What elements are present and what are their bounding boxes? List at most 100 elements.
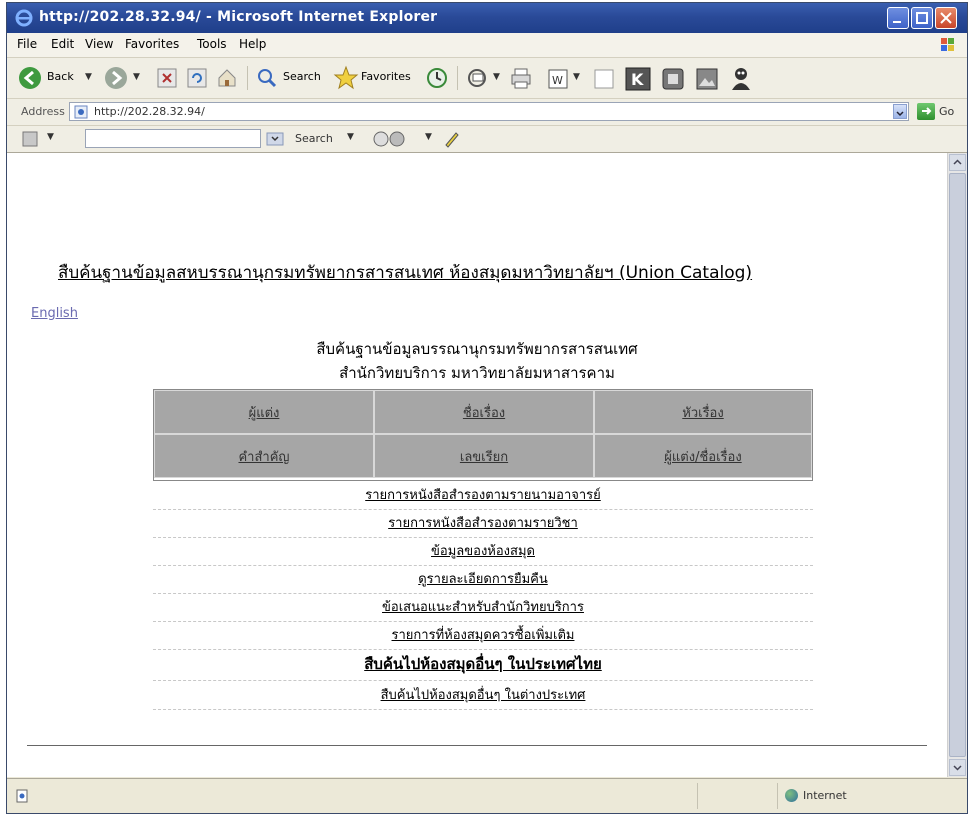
go-button[interactable]	[917, 103, 935, 120]
status-bar: Internet	[7, 778, 967, 813]
back-dropdown-icon[interactable]: ▼	[85, 72, 92, 82]
reserve-by-course-link[interactable]: รายการหนังสือสำรองตามรายวิชา	[388, 516, 578, 531]
page-subtitle-institution: สำนักวิทยบริการ มหาวิทยาลัยมหาสารคาม	[339, 364, 615, 382]
home-icon[interactable]	[215, 64, 239, 92]
k-app-icon[interactable]: K	[623, 64, 653, 92]
back-button-label[interactable]: Back	[47, 70, 74, 83]
search-keyword-link[interactable]: คำสำคัญ	[238, 446, 289, 467]
vertical-scrollbar[interactable]	[947, 153, 967, 777]
menu-tools[interactable]: Tools	[197, 37, 227, 51]
logo-dropdown-icon[interactable]: ▼	[47, 132, 54, 142]
menu-edit[interactable]: Edit	[51, 37, 74, 51]
menu-favorites[interactable]: Favorites	[125, 37, 179, 51]
purchase-request-link[interactable]: รายการที่ห้องสมุดควรซื้อเพิ่มเติม	[392, 628, 575, 643]
menu-help[interactable]: Help	[239, 37, 266, 51]
address-bar: Address http://202.28.32.94/ Go	[7, 99, 967, 126]
search-callnumber-cell[interactable]: เลขเรียก	[374, 434, 594, 478]
scroll-down-button[interactable]	[949, 759, 966, 776]
history-icon[interactable]	[425, 64, 449, 92]
windows-flag-icon	[941, 38, 954, 51]
image-app-icon[interactable]	[693, 64, 721, 92]
scroll-up-button[interactable]	[949, 154, 966, 171]
window-title: http://202.28.32.94/ - Microsoft Interne…	[39, 9, 438, 25]
menu-file[interactable]: File	[17, 37, 37, 51]
library-info-link[interactable]: ข้อมูลของห้องสมุด	[431, 544, 535, 559]
smiley-dropdown-icon[interactable]: ▼	[425, 132, 432, 142]
title-bar: http://202.28.32.94/ - Microsoft Interne…	[7, 3, 967, 33]
search-title-link[interactable]: ชื่อเรื่อง	[463, 402, 505, 423]
mail-dropdown-icon[interactable]: ▼	[493, 72, 500, 82]
chevron-up-icon	[953, 159, 962, 165]
address-url: http://202.28.32.94/	[94, 105, 205, 118]
scrollbar-thumb[interactable]	[949, 173, 966, 757]
discuss-icon[interactable]	[591, 64, 617, 92]
suggestions-link[interactable]: ข้อเสนอแนะสำหรับสำนักวิทยบริการ	[382, 600, 584, 615]
list-item: ข้อมูลของห้องสมุด	[153, 539, 813, 566]
back-arrow-icon[interactable]	[17, 64, 43, 92]
favorites-button-label[interactable]: Favorites	[361, 70, 411, 83]
maximize-button[interactable]	[911, 7, 933, 29]
reserve-by-instructor-link[interactable]: รายการหนังสือสำรองตามรายนามอาจารย์	[365, 488, 601, 503]
search-author-link[interactable]: ผู้แต่ง	[249, 402, 280, 423]
english-link[interactable]: English	[31, 306, 78, 321]
minimize-icon	[893, 21, 901, 23]
union-catalog-link[interactable]: สืบค้นฐานข้อมูลสหบรรณานุกรมทรัพยากรสารสน…	[58, 259, 752, 286]
search-icon[interactable]	[255, 64, 279, 92]
messenger-icon[interactable]	[659, 64, 687, 92]
menu-bar: File Edit View Favorites Tools Help	[7, 33, 967, 58]
address-dropdown-button[interactable]	[893, 104, 907, 119]
list-item: รายการหนังสือสำรองตามรายวิชา	[153, 511, 813, 538]
foreign-libraries-link[interactable]: สืบค้นไปห้องสมุดอื่นๆ ในต่างประเทศ	[381, 688, 586, 703]
highlight-pen-icon[interactable]	[443, 130, 461, 148]
search-author-title-link[interactable]: ผู้แต่ง/ชื่อเรื่อง	[664, 446, 741, 467]
favorites-star-icon[interactable]	[333, 64, 359, 92]
edit-word-icon[interactable]: W	[545, 64, 571, 92]
search-button-label[interactable]: Search	[283, 70, 321, 83]
browser-window: http://202.28.32.94/ - Microsoft Interne…	[6, 2, 968, 814]
address-input[interactable]: http://202.28.32.94/	[69, 102, 909, 121]
thai-libraries-link[interactable]: สืบค้นไปห้องสมุดอื่นๆ ในประเทศไทย	[364, 655, 602, 673]
list-item: ดูรายละเอียดการยืมคืน	[153, 567, 813, 594]
list-item: รายการที่ห้องสมุดควรซื้อเพิ่มเติม	[153, 623, 813, 650]
chevron-down-icon	[896, 111, 904, 117]
search-subject-cell[interactable]: หัวเรื่อง	[594, 390, 812, 434]
forward-arrow-icon[interactable]	[103, 64, 129, 92]
list-item: ข้อเสนอแนะสำหรับสำนักวิทยบริการ	[153, 595, 813, 622]
toolbar-search-input[interactable]	[85, 129, 261, 148]
search-title-cell[interactable]: ชื่อเรื่อง	[374, 390, 594, 434]
search-options-grid: ผู้แต่ง ชื่อเรื่อง หัวเรื่อง คำสำคัญ เลข…	[153, 389, 813, 481]
chevron-down-icon	[953, 765, 962, 771]
search-keyword-cell[interactable]: คำสำคัญ	[154, 434, 374, 478]
refresh-icon[interactable]	[185, 64, 209, 92]
edit-dropdown-icon[interactable]: ▼	[573, 72, 580, 82]
minimize-button[interactable]	[887, 7, 909, 29]
search-dropdown-icon[interactable]: ▼	[347, 132, 354, 142]
stop-icon[interactable]	[155, 64, 179, 92]
standard-toolbar: Back ▼ ▼ Search Favorites ▼ W ▼ K	[7, 58, 967, 99]
list-item: สืบค้นไปห้องสมุดอื่นๆ ในต่างประเทศ	[153, 683, 813, 710]
menu-view[interactable]: View	[85, 37, 113, 51]
toolbar-logo-icon	[22, 131, 38, 147]
search-go-icon[interactable]	[265, 131, 287, 147]
search-subject-link[interactable]: หัวเรื่อง	[682, 402, 723, 423]
page-subtitle-database: สืบค้นฐานข้อมูลบรรณานุกรมทรัพยากรสารสนเท…	[316, 340, 638, 358]
page-status-icon	[16, 789, 28, 803]
go-label[interactable]: Go	[939, 105, 954, 118]
smiley-icon[interactable]	[367, 130, 419, 148]
search-author-title-cell[interactable]: ผู้แต่ง/ชื่อเรื่อง	[594, 434, 812, 478]
internet-zone-icon	[785, 789, 798, 802]
toolbar-search-label[interactable]: Search	[295, 132, 333, 145]
search-author-cell[interactable]: ผู้แต่ง	[154, 390, 374, 434]
svg-text:K: K	[631, 70, 644, 89]
search-toolbar: ▼ Search ▼ ▼	[7, 126, 967, 153]
search-callnumber-link[interactable]: เลขเรียก	[460, 446, 508, 467]
status-divider	[777, 783, 778, 809]
mail-icon[interactable]	[465, 64, 491, 92]
close-button[interactable]	[935, 7, 957, 29]
print-icon[interactable]	[507, 64, 535, 92]
forward-dropdown-icon[interactable]: ▼	[133, 72, 140, 82]
address-label: Address	[21, 105, 65, 118]
list-item: สืบค้นไปห้องสมุดอื่นๆ ในประเทศไทย	[153, 651, 813, 681]
aim-icon[interactable]	[727, 64, 755, 92]
loan-details-link[interactable]: ดูรายละเอียดการยืมคืน	[418, 572, 548, 587]
